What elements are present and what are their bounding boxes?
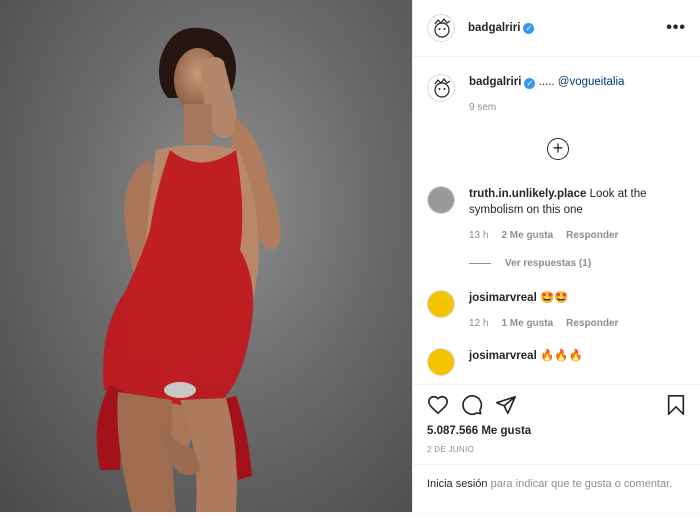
comment-time[interactable]: 13 h <box>469 228 488 244</box>
likes-count[interactable]: 5.087.566 Me gusta <box>427 425 686 437</box>
comment-time[interactable]: 12 h <box>469 316 488 332</box>
comment-item: josimarvreal 🔥🔥🔥 <box>413 348 700 376</box>
author-avatar[interactable] <box>427 14 455 42</box>
login-link[interactable]: Inicia sesión <box>427 478 488 490</box>
view-replies-label: Ver respuestas (1) <box>505 258 592 269</box>
post-header: badgalriri ✓ ••• <box>413 0 700 57</box>
photo-illustration <box>96 27 281 512</box>
comment-icon[interactable] <box>461 394 483 416</box>
post-photo[interactable] <box>0 0 412 512</box>
caption: badgalriri ✓ ..... @vogueitalia 9 sem <box>413 74 700 116</box>
comment-text: 🤩🤩 <box>539 292 569 304</box>
comment-item: josimarvreal 🤩🤩 12 h 1 Me gusta Responde… <box>413 290 700 332</box>
comment-likes[interactable]: 2 Me gusta <box>501 228 553 244</box>
caption-mention[interactable]: @vogueitalia <box>558 76 625 88</box>
commenter-avatar[interactable] <box>427 186 455 214</box>
comment-likes[interactable]: 1 Me gusta <box>501 316 553 332</box>
verified-icon: ✓ <box>523 22 535 34</box>
caption-username[interactable]: badgalriri <box>469 76 521 88</box>
login-prompt: Inicia sesión para indicar que te gusta … <box>413 464 700 503</box>
caption-text: ..... <box>538 76 558 88</box>
view-replies[interactable]: Ver respuestas (1) <box>469 258 591 269</box>
comments-list: badgalriri ✓ ..... @vogueitalia 9 sem + t… <box>413 58 700 384</box>
reply-button[interactable]: Responder <box>566 316 618 332</box>
post-date[interactable]: 2 DE JUNIO <box>427 445 686 454</box>
comment-item: truth.in.unlikely.place Look at the symb… <box>413 186 700 244</box>
comment-username[interactable]: josimarvreal <box>469 350 537 362</box>
post-dialog: badgalriri ✓ ••• badgalriri ✓ ..... @vogu… <box>0 0 700 512</box>
verified-icon: ✓ <box>524 78 536 89</box>
heart-icon[interactable] <box>427 394 449 416</box>
share-icon[interactable] <box>495 394 517 416</box>
post-sidebar: badgalriri ✓ ••• badgalriri ✓ ..... @vogu… <box>412 0 700 512</box>
login-text: para indicar que te gusta o comentar. <box>490 478 673 490</box>
replies-divider <box>469 263 491 264</box>
caption-time[interactable]: 9 sem <box>469 100 496 116</box>
commenter-avatar[interactable] <box>427 290 455 318</box>
comment-text: 🔥🔥🔥 <box>539 350 583 362</box>
load-more-icon[interactable]: + <box>547 138 569 160</box>
reply-button[interactable]: Responder <box>566 228 618 244</box>
save-icon[interactable] <box>666 394 686 416</box>
comment-username[interactable]: josimarvreal <box>469 292 537 304</box>
post-actions: 5.087.566 Me gusta 2 DE JUNIO <box>413 384 700 454</box>
more-icon[interactable]: ••• <box>666 19 686 37</box>
commenter-avatar[interactable] <box>427 348 455 376</box>
comment-username[interactable]: truth.in.unlikely.place <box>469 188 586 200</box>
author-username[interactable]: badgalriri <box>468 22 520 34</box>
author-avatar[interactable] <box>427 74 455 102</box>
